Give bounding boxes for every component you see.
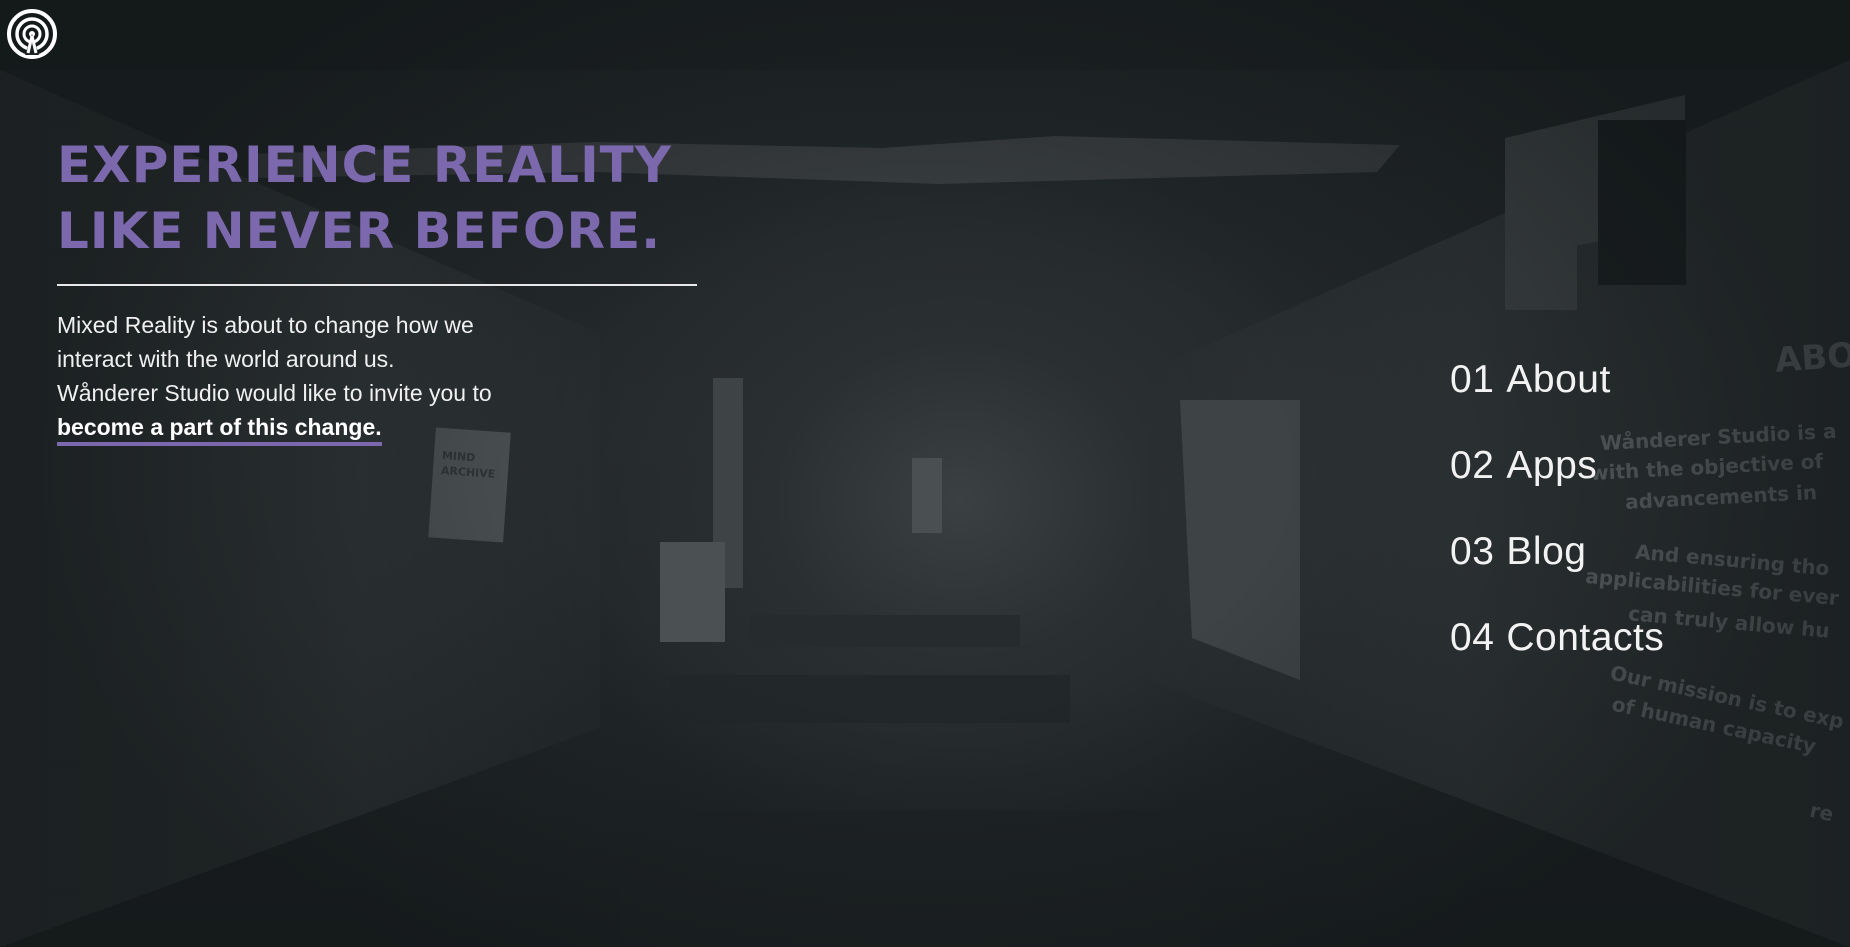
bg-floor-step <box>750 615 1020 647</box>
nav-item-label: About <box>1506 358 1611 401</box>
hero-section: EXPERIENCE REALITY LIKE NEVER BEFORE. Mi… <box>57 132 697 446</box>
poster-line: ARCHIVE <box>440 464 496 482</box>
bg-floor-slab <box>620 810 1200 947</box>
nav-item-number: 03 <box>1450 530 1495 573</box>
hero-stage: MIND ARCHIVE ABO Wånderer Studio is a wi… <box>0 0 1850 947</box>
hero-body-line: interact with the world around us. <box>57 346 395 372</box>
nav-item-blog[interactable]: 03 Blog <box>1450 524 1664 610</box>
bg-wall-title: ABO <box>1773 335 1850 381</box>
nav-item-label: Apps <box>1506 444 1598 487</box>
nav-item-number: 01 <box>1450 358 1495 401</box>
bg-cabinet <box>660 542 725 642</box>
nav-item-number: 02 <box>1450 444 1495 487</box>
nav-item-contacts[interactable]: 04 Contacts <box>1450 610 1664 696</box>
join-change-link[interactable]: become a part of this change. <box>57 412 382 446</box>
hero-description: Mixed Reality is about to change how we … <box>57 308 577 446</box>
nav-item-label: Contacts <box>1506 616 1665 659</box>
hero-title-line: EXPERIENCE REALITY <box>57 136 672 194</box>
bg-floor-step <box>670 675 1070 723</box>
nav-item-number: 04 <box>1450 616 1495 659</box>
bg-wall-text: re <box>1807 797 1836 827</box>
hero-body-line: Mixed Reality is about to change how we <box>57 312 474 338</box>
bg-right-doorway <box>1180 400 1300 680</box>
bg-far-doorway <box>912 458 942 533</box>
hero-body-line: Wånderer Studio would like to invite you… <box>57 380 492 406</box>
hero-title: EXPERIENCE REALITY LIKE NEVER BEFORE. <box>57 132 697 264</box>
nav-item-about[interactable]: 01 About <box>1450 352 1664 438</box>
hero-title-line: LIKE NEVER BEFORE. <box>57 202 662 260</box>
broadcast-icon <box>7 9 57 59</box>
nav-item-apps[interactable]: 02 Apps <box>1450 438 1664 524</box>
bg-ceiling <box>0 0 1850 70</box>
nav-item-label: Blog <box>1506 530 1587 573</box>
main-nav: 01 About 02 Apps 03 Blog 04 Contacts <box>1450 352 1664 696</box>
bg-window-pane <box>1598 120 1686 285</box>
site-logo[interactable] <box>7 9 57 59</box>
hero-divider <box>57 284 697 286</box>
